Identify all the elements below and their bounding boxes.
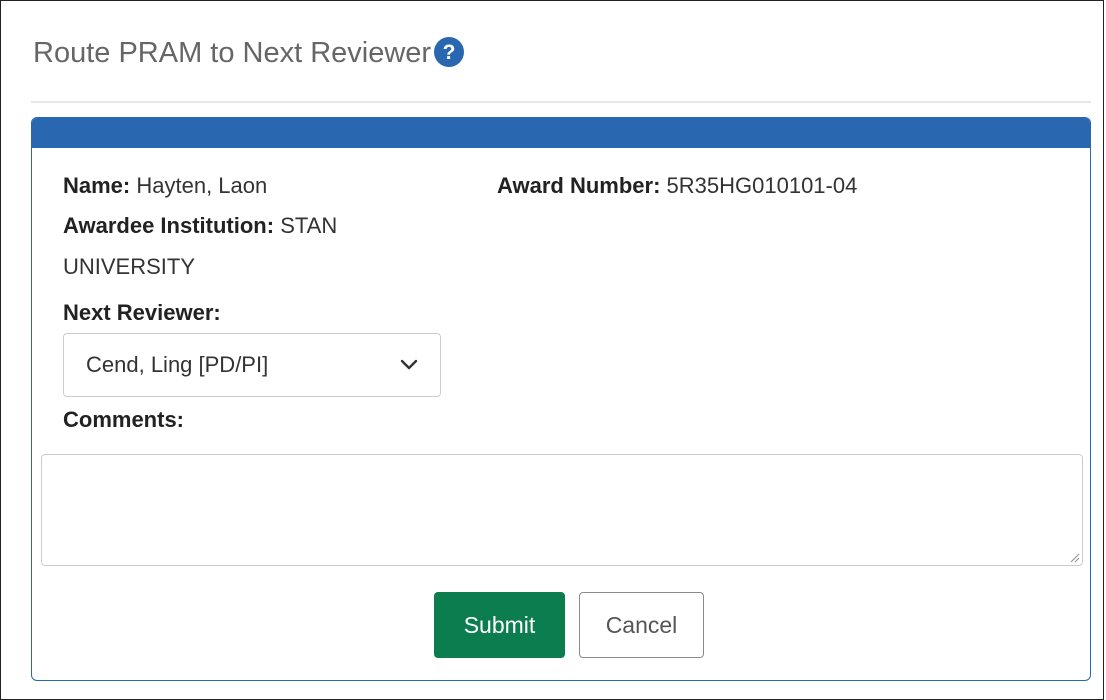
routing-panel: Name: Hayten, Laon Award Number: 5R35HG0… (31, 117, 1091, 681)
next-reviewer-label: Next Reviewer: (63, 300, 221, 325)
question-circle-icon[interactable]: ? (433, 36, 465, 68)
institution-value-line1: STAN (280, 213, 338, 238)
title-divider (31, 101, 1091, 103)
cancel-button[interactable]: Cancel (579, 592, 704, 658)
modal-title: Route PRAM to Next Reviewer ? (33, 33, 465, 73)
submit-button[interactable]: Submit (434, 592, 565, 658)
modal-frame: Route PRAM to Next Reviewer ? Name: Hayt… (0, 0, 1104, 700)
award-number-label: Award Number: (497, 173, 661, 198)
name-row: Name: Hayten, Laon (63, 171, 267, 201)
svg-text:?: ? (443, 41, 456, 64)
award-number-row: Award Number: 5R35HG010101-04 (497, 171, 857, 201)
institution-row: Awardee Institution: STAN (63, 211, 337, 241)
name-label: Name: (63, 173, 131, 198)
modal-title-text: Route PRAM to Next Reviewer (33, 37, 432, 69)
next-reviewer-select[interactable]: Cend, Ling [PD/PI] (63, 333, 441, 397)
comments-label: Comments: (63, 407, 185, 432)
chevron-down-icon (400, 359, 418, 370)
name-value: Hayten, Laon (136, 173, 268, 198)
institution-label: Awardee Institution: (63, 213, 275, 238)
institution-value-line2: UNIVERSITY (63, 254, 196, 279)
institution-row-continued: UNIVERSITY (63, 252, 195, 282)
next-reviewer-selected-value: Cend, Ling [PD/PI] (86, 352, 269, 377)
award-number-value: 5R35HG010101-04 (666, 173, 858, 198)
panel-heading-bar (32, 118, 1090, 148)
resize-grip-icon[interactable] (1068, 551, 1080, 563)
comments-textarea[interactable] (41, 454, 1083, 566)
